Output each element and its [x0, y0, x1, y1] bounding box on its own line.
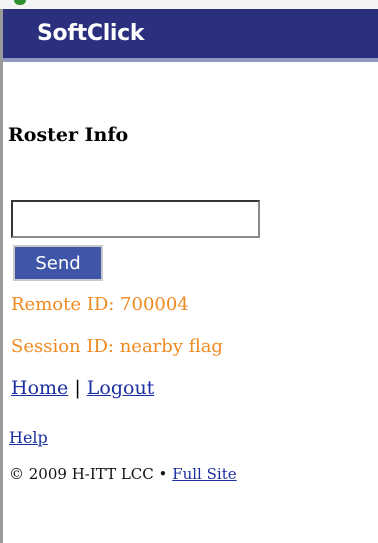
page-title: Roster Info: [8, 124, 129, 146]
full-site-link[interactable]: Full Site: [172, 465, 236, 483]
window-top-edge: [0, 0, 378, 9]
footer: © 2009 H-ITT LCC • Full Site: [9, 465, 237, 483]
message-input[interactable]: [11, 200, 260, 238]
send-button[interactable]: Send: [13, 245, 103, 281]
nav-links: Home | Logout: [11, 377, 154, 399]
footer-bullet: •: [158, 465, 168, 483]
help-link[interactable]: Help: [9, 428, 48, 447]
window-left-edge: [0, 0, 3, 543]
session-id-text: Session ID: nearby flag: [11, 336, 223, 357]
home-link[interactable]: Home: [11, 377, 68, 399]
copyright-text: © 2009 H-ITT LCC: [9, 465, 154, 483]
remote-id-text: Remote ID: 700004: [11, 294, 189, 315]
logout-link[interactable]: Logout: [87, 377, 155, 399]
nav-separator: |: [74, 377, 81, 399]
app-title: SoftClick: [37, 21, 145, 46]
app-header: SoftClick: [3, 9, 378, 62]
status-dot-icon: [14, 0, 26, 5]
